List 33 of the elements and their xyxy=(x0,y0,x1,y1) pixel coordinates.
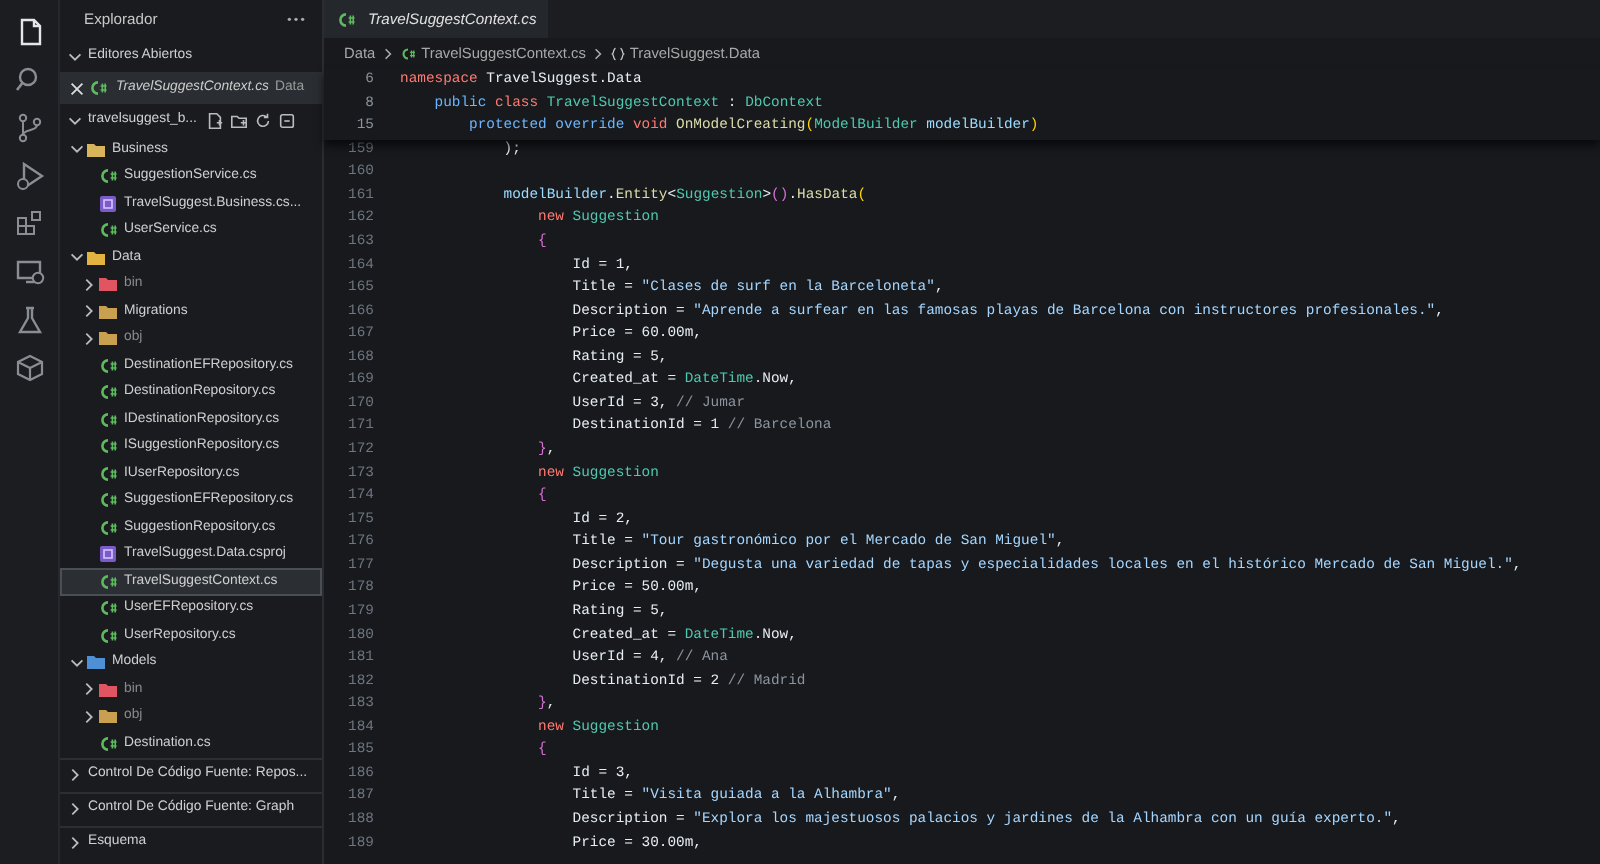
code-file-icon xyxy=(98,166,118,187)
code-file-icon xyxy=(98,598,118,619)
code-file-icon xyxy=(88,78,108,98)
flask-icon[interactable] xyxy=(13,304,45,336)
code-file-icon xyxy=(98,355,118,376)
project-file-icon xyxy=(98,193,118,214)
extensions-icon[interactable] xyxy=(13,208,45,240)
project-file-icon xyxy=(98,544,118,565)
cube-icon[interactable] xyxy=(13,352,45,384)
branch-icon[interactable] xyxy=(13,112,45,144)
code-file-icon xyxy=(336,9,356,29)
chevron-icon xyxy=(589,46,606,62)
monitor-icon[interactable] xyxy=(13,256,45,288)
chevron-icon xyxy=(379,46,396,62)
code-file-icon xyxy=(98,490,118,511)
code-file-icon xyxy=(98,409,118,430)
code-file-icon xyxy=(98,436,118,457)
braces-icon xyxy=(609,46,626,62)
code-file-icon xyxy=(98,733,118,754)
code-file-icon xyxy=(399,46,416,62)
code-file-icon xyxy=(98,382,118,403)
code-file-icon xyxy=(98,517,118,538)
code-file-icon xyxy=(98,625,118,646)
close-icon[interactable] xyxy=(68,79,86,97)
code-file-icon xyxy=(98,220,118,241)
play-icon[interactable] xyxy=(13,160,45,192)
code-file-icon xyxy=(98,571,118,592)
collapse-icon[interactable] xyxy=(278,111,297,129)
more-icon[interactable] xyxy=(286,16,306,24)
code-file-icon xyxy=(98,463,118,484)
new-file-icon[interactable] xyxy=(206,111,225,129)
refresh-icon[interactable] xyxy=(254,111,273,129)
new-folder-icon[interactable] xyxy=(230,111,249,129)
